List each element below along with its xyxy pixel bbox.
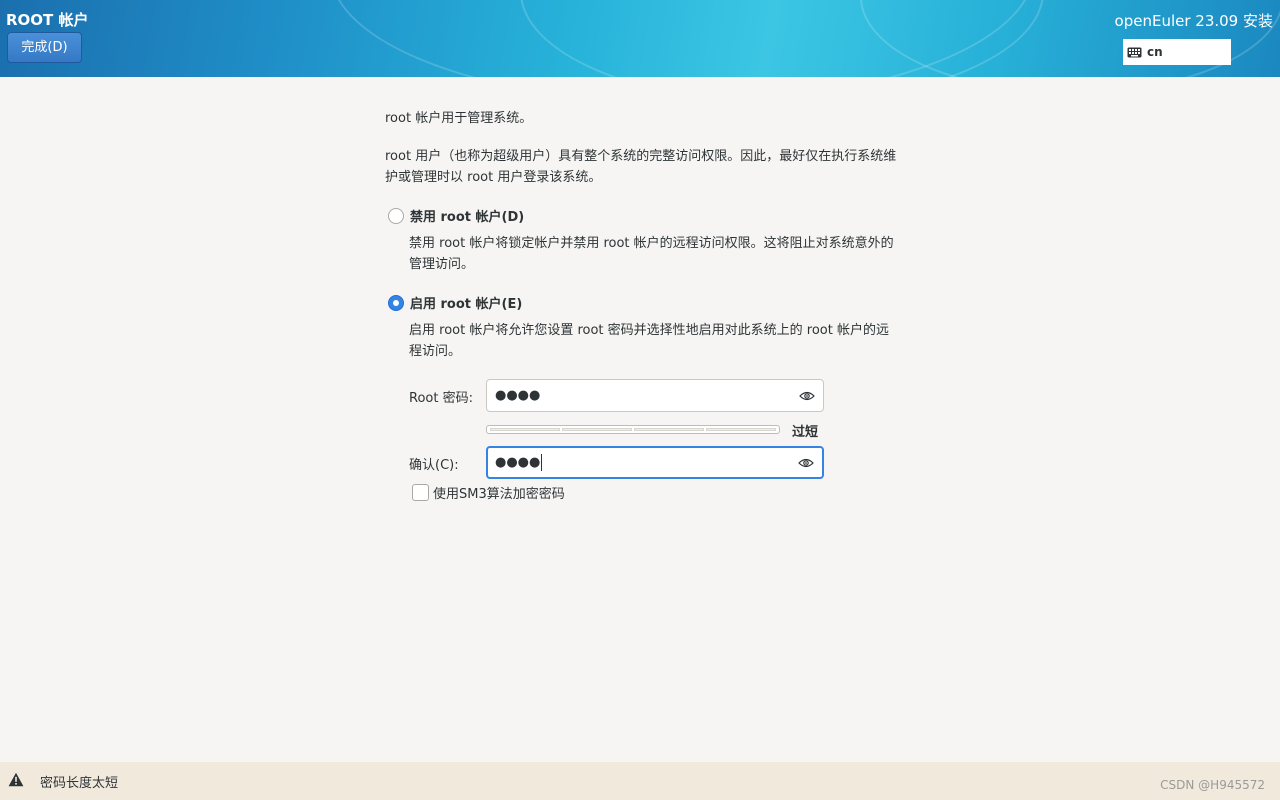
- password-strength-meter: [486, 425, 780, 434]
- confirm-password-value: ●●●●: [495, 455, 541, 470]
- warning-icon: [8, 772, 24, 787]
- intro-line-1: root 帐户用于管理系统。: [385, 111, 533, 126]
- confirm-password-label: 确认(C):: [409, 458, 459, 473]
- show-confirm-eye-icon[interactable]: [798, 458, 814, 468]
- sm3-checkbox[interactable]: [412, 484, 429, 501]
- confirm-password-input[interactable]: ●●●●: [486, 446, 824, 479]
- disable-root-description: 禁用 root 帐户将锁定帐户并禁用 root 帐户的远程访问权限。这将阻止对系…: [409, 236, 894, 272]
- radio-enable-root[interactable]: 启用 root 帐户(E): [388, 293, 522, 312]
- root-password-label: Root 密码:: [409, 391, 473, 406]
- radio-disable-root-label: 禁用 root 帐户(D): [410, 210, 525, 225]
- radio-disable-root[interactable]: 禁用 root 帐户(D): [388, 206, 524, 225]
- text-caret: [541, 454, 543, 471]
- status-message: 密码长度太短: [40, 776, 119, 791]
- sm3-encryption-option[interactable]: 使用SM3算法加密密码: [412, 483, 565, 502]
- product-title: openEuler 23.09 安装: [1114, 12, 1273, 30]
- strength-segment: [490, 428, 560, 431]
- radio-enable-root-indicator[interactable]: [388, 294, 404, 311]
- strength-segment: [634, 428, 704, 431]
- radio-disable-root-indicator[interactable]: [388, 207, 404, 224]
- keyboard-icon: [1127, 47, 1142, 57]
- root-password-value: ●●●●: [495, 388, 541, 403]
- done-button[interactable]: 完成(D): [7, 32, 82, 63]
- watermark: CSDN @H945572: [1160, 778, 1265, 792]
- intro-text: root 帐户用于管理系统。 root 用户（也称为超级用户）具有整个系统的完整…: [385, 108, 905, 188]
- keyboard-layout-label: cn: [1147, 45, 1163, 59]
- strength-segment: [706, 428, 776, 431]
- page-title: ROOT 帐户: [6, 11, 89, 29]
- status-bar[interactable]: 密码长度太短 CSDN @H945572: [0, 762, 1280, 800]
- show-password-eye-icon[interactable]: [799, 391, 815, 401]
- strength-segment: [562, 428, 632, 431]
- intro-line-2: root 用户（也称为超级用户）具有整个系统的完整访问权限。因此，最好仅在执行系…: [385, 149, 897, 185]
- keyboard-layout-indicator[interactable]: cn: [1123, 39, 1231, 65]
- password-strength-label: 过短: [792, 425, 819, 440]
- radio-enable-root-label: 启用 root 帐户(E): [410, 297, 523, 312]
- enable-root-description: 启用 root 帐户将允许您设置 root 密码并选择性地启用对此系统上的 ro…: [409, 323, 889, 359]
- sm3-checkbox-label: 使用SM3算法加密密码: [433, 487, 565, 502]
- root-password-input[interactable]: ●●●●: [486, 379, 824, 412]
- header-bar: ROOT 帐户 完成(D) openEuler 23.09 安装 cn: [0, 0, 1280, 77]
